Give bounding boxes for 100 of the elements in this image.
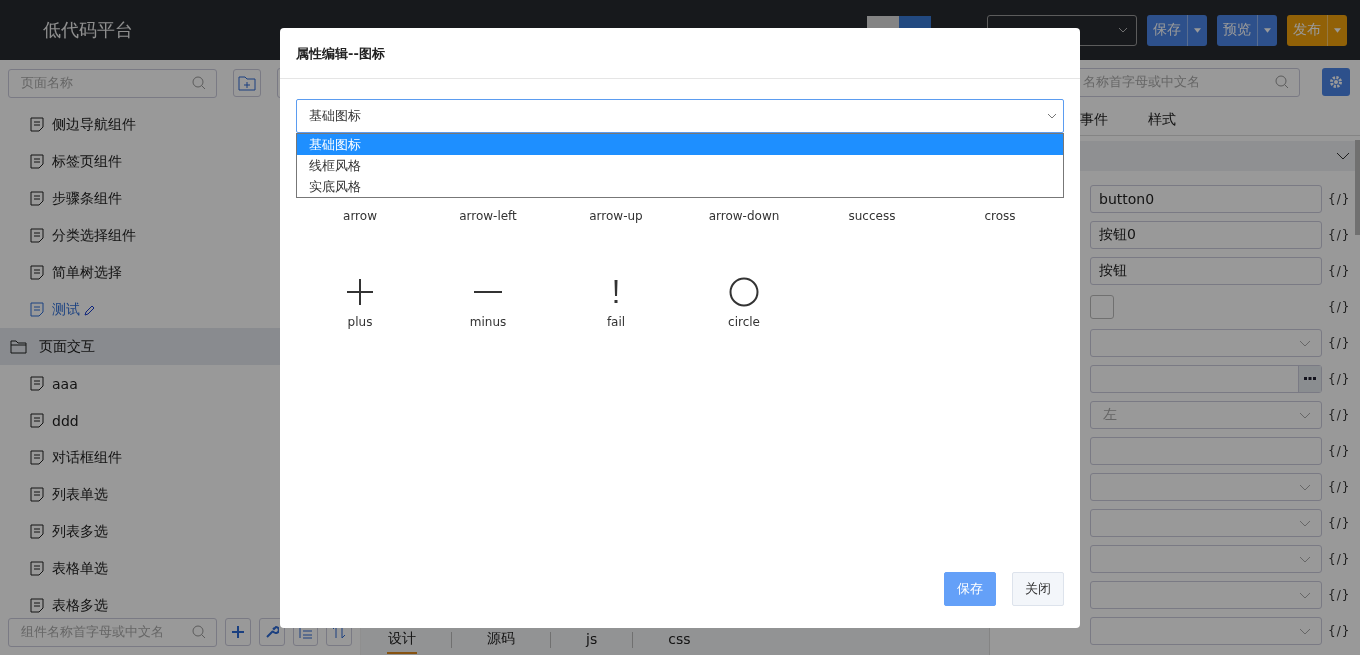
pencil-icon[interactable] xyxy=(84,303,96,316)
page-tree-item[interactable]: 标签页组件 xyxy=(0,143,280,180)
page-tree-item[interactable]: 侧边导航组件 xyxy=(0,106,280,143)
dropdown-caret-button[interactable] xyxy=(1257,14,1277,46)
property-select[interactable] xyxy=(1090,617,1322,645)
dropdown-caret-button[interactable] xyxy=(1327,14,1347,46)
binding-toggle[interactable]: {/} xyxy=(1328,588,1351,602)
icon-label[interactable]: arrow-up xyxy=(589,209,643,223)
sort-icon xyxy=(332,625,347,639)
chevron-down-icon xyxy=(1299,555,1311,563)
property-input[interactable] xyxy=(1090,437,1322,465)
dialog-button[interactable]: 关闭 xyxy=(1012,572,1064,606)
dialog-title: 属性编辑--图标 xyxy=(280,28,1080,79)
add-button[interactable] xyxy=(225,618,251,646)
more-button[interactable] xyxy=(1298,366,1321,392)
property-select[interactable] xyxy=(1090,329,1322,357)
editor-tab[interactable]: js xyxy=(585,627,599,653)
chevron-down-icon xyxy=(1336,152,1350,160)
caret-icon xyxy=(1118,27,1128,33)
gear-icon xyxy=(1329,75,1343,89)
icon-label[interactable]: fail xyxy=(606,315,626,329)
chevron-down-icon xyxy=(1299,483,1311,491)
page-name: 侧边导航组件 xyxy=(52,115,136,134)
property-select[interactable] xyxy=(1090,509,1322,537)
binding-toggle[interactable]: {/} xyxy=(1328,264,1351,278)
folder-tree-item[interactable]: 页面交互 xyxy=(0,328,280,365)
page-name: 表格多选 xyxy=(52,596,108,615)
property-tab[interactable]: 样式 xyxy=(1148,110,1176,129)
exclamation-icon xyxy=(613,280,619,304)
document-icon xyxy=(30,598,44,613)
page-name: 标签页组件 xyxy=(52,152,122,171)
icon-label[interactable]: arrow-left xyxy=(459,209,517,223)
document-icon xyxy=(30,154,44,169)
editor-tab[interactable]: css xyxy=(667,627,692,653)
icon-label[interactable]: minus xyxy=(469,315,507,329)
page-tree-item[interactable]: 对话框组件 xyxy=(0,439,280,476)
page-tree-item[interactable]: 列表多选 xyxy=(0,513,280,550)
caret-icon xyxy=(1264,27,1271,33)
binding-toggle[interactable]: {/} xyxy=(1328,300,1351,314)
search-icon xyxy=(192,76,206,90)
binding-toggle[interactable]: {/} xyxy=(1328,372,1351,386)
binding-toggle[interactable]: {/} xyxy=(1328,336,1351,350)
property-select[interactable] xyxy=(1090,545,1322,573)
page-tree-item[interactable]: 分类选择组件 xyxy=(0,217,280,254)
property-select[interactable] xyxy=(1090,473,1322,501)
page-name: 表格单选 xyxy=(52,559,108,578)
icon-style-select[interactable]: 基础图标 xyxy=(296,99,1064,133)
caret-icon xyxy=(1334,27,1341,33)
icon-label[interactable]: cross xyxy=(984,209,1016,223)
chevron-down-icon xyxy=(1299,627,1311,635)
document-icon xyxy=(30,228,44,243)
binding-toggle[interactable]: {/} xyxy=(1328,480,1351,494)
page-tree-item[interactable]: aaa xyxy=(0,365,280,402)
wrench-button[interactable] xyxy=(258,618,285,646)
icon-label[interactable]: circle xyxy=(728,315,760,329)
app-logo-text: 低代码平台 xyxy=(43,18,134,42)
binding-toggle[interactable]: {/} xyxy=(1328,444,1351,458)
page-tree-item[interactable]: 表格单选 xyxy=(0,550,280,587)
checkbox[interactable] xyxy=(1090,295,1114,319)
minus-icon xyxy=(474,291,502,293)
property-picker-field[interactable] xyxy=(1090,365,1322,393)
document-icon xyxy=(30,117,44,132)
dropdown-option[interactable]: 实底风格 xyxy=(297,176,1063,197)
page-name: ddd xyxy=(52,412,79,429)
page-tree-item[interactable]: 步骤条组件 xyxy=(0,180,280,217)
page-tree-item[interactable]: 测试 xyxy=(0,291,280,328)
chevron-down-icon xyxy=(1047,113,1057,119)
binding-toggle[interactable]: {/} xyxy=(1328,228,1351,242)
binding-toggle[interactable]: {/} xyxy=(1328,552,1351,566)
dropdown-option[interactable]: 线框风格 xyxy=(297,155,1063,176)
caret-icon xyxy=(1194,27,1201,33)
icon-label[interactable]: arrow xyxy=(343,209,377,223)
chevron-down-icon xyxy=(1299,339,1311,347)
page-tree-item[interactable]: 表格多选 xyxy=(0,587,280,615)
binding-toggle[interactable]: {/} xyxy=(1328,624,1351,638)
settings-button[interactable] xyxy=(1322,68,1350,96)
page-tree-item[interactable]: 列表单选 xyxy=(0,476,280,513)
add-folder-button[interactable] xyxy=(233,69,261,97)
page-tree-item[interactable]: ddd xyxy=(0,402,280,439)
editor-tab[interactable]: 源码 xyxy=(486,626,516,654)
document-icon xyxy=(30,561,44,576)
page-name: 步骤条组件 xyxy=(52,189,122,208)
property-input[interactable]: 按钮 xyxy=(1090,257,1322,285)
property-tab[interactable]: 事件 xyxy=(1080,110,1108,129)
page-tree-item[interactable]: 简单树选择 xyxy=(0,254,280,291)
document-icon xyxy=(30,413,44,428)
document-icon xyxy=(30,487,44,502)
binding-toggle[interactable]: {/} xyxy=(1328,192,1351,206)
icon-label[interactable]: success xyxy=(848,209,896,223)
property-input[interactable]: button0 xyxy=(1090,185,1322,213)
icon-label[interactable]: plus xyxy=(347,315,373,329)
binding-toggle[interactable]: {/} xyxy=(1328,516,1351,530)
property-select[interactable] xyxy=(1090,581,1322,609)
folder-icon xyxy=(10,339,27,354)
document-icon xyxy=(30,265,44,280)
icon-label[interactable]: arrow-down xyxy=(708,209,780,223)
property-input[interactable]: 按钮0 xyxy=(1090,221,1322,249)
binding-toggle[interactable]: {/} xyxy=(1328,408,1351,422)
wrench-icon xyxy=(264,625,279,639)
dropdown-caret-button[interactable] xyxy=(1187,14,1207,46)
